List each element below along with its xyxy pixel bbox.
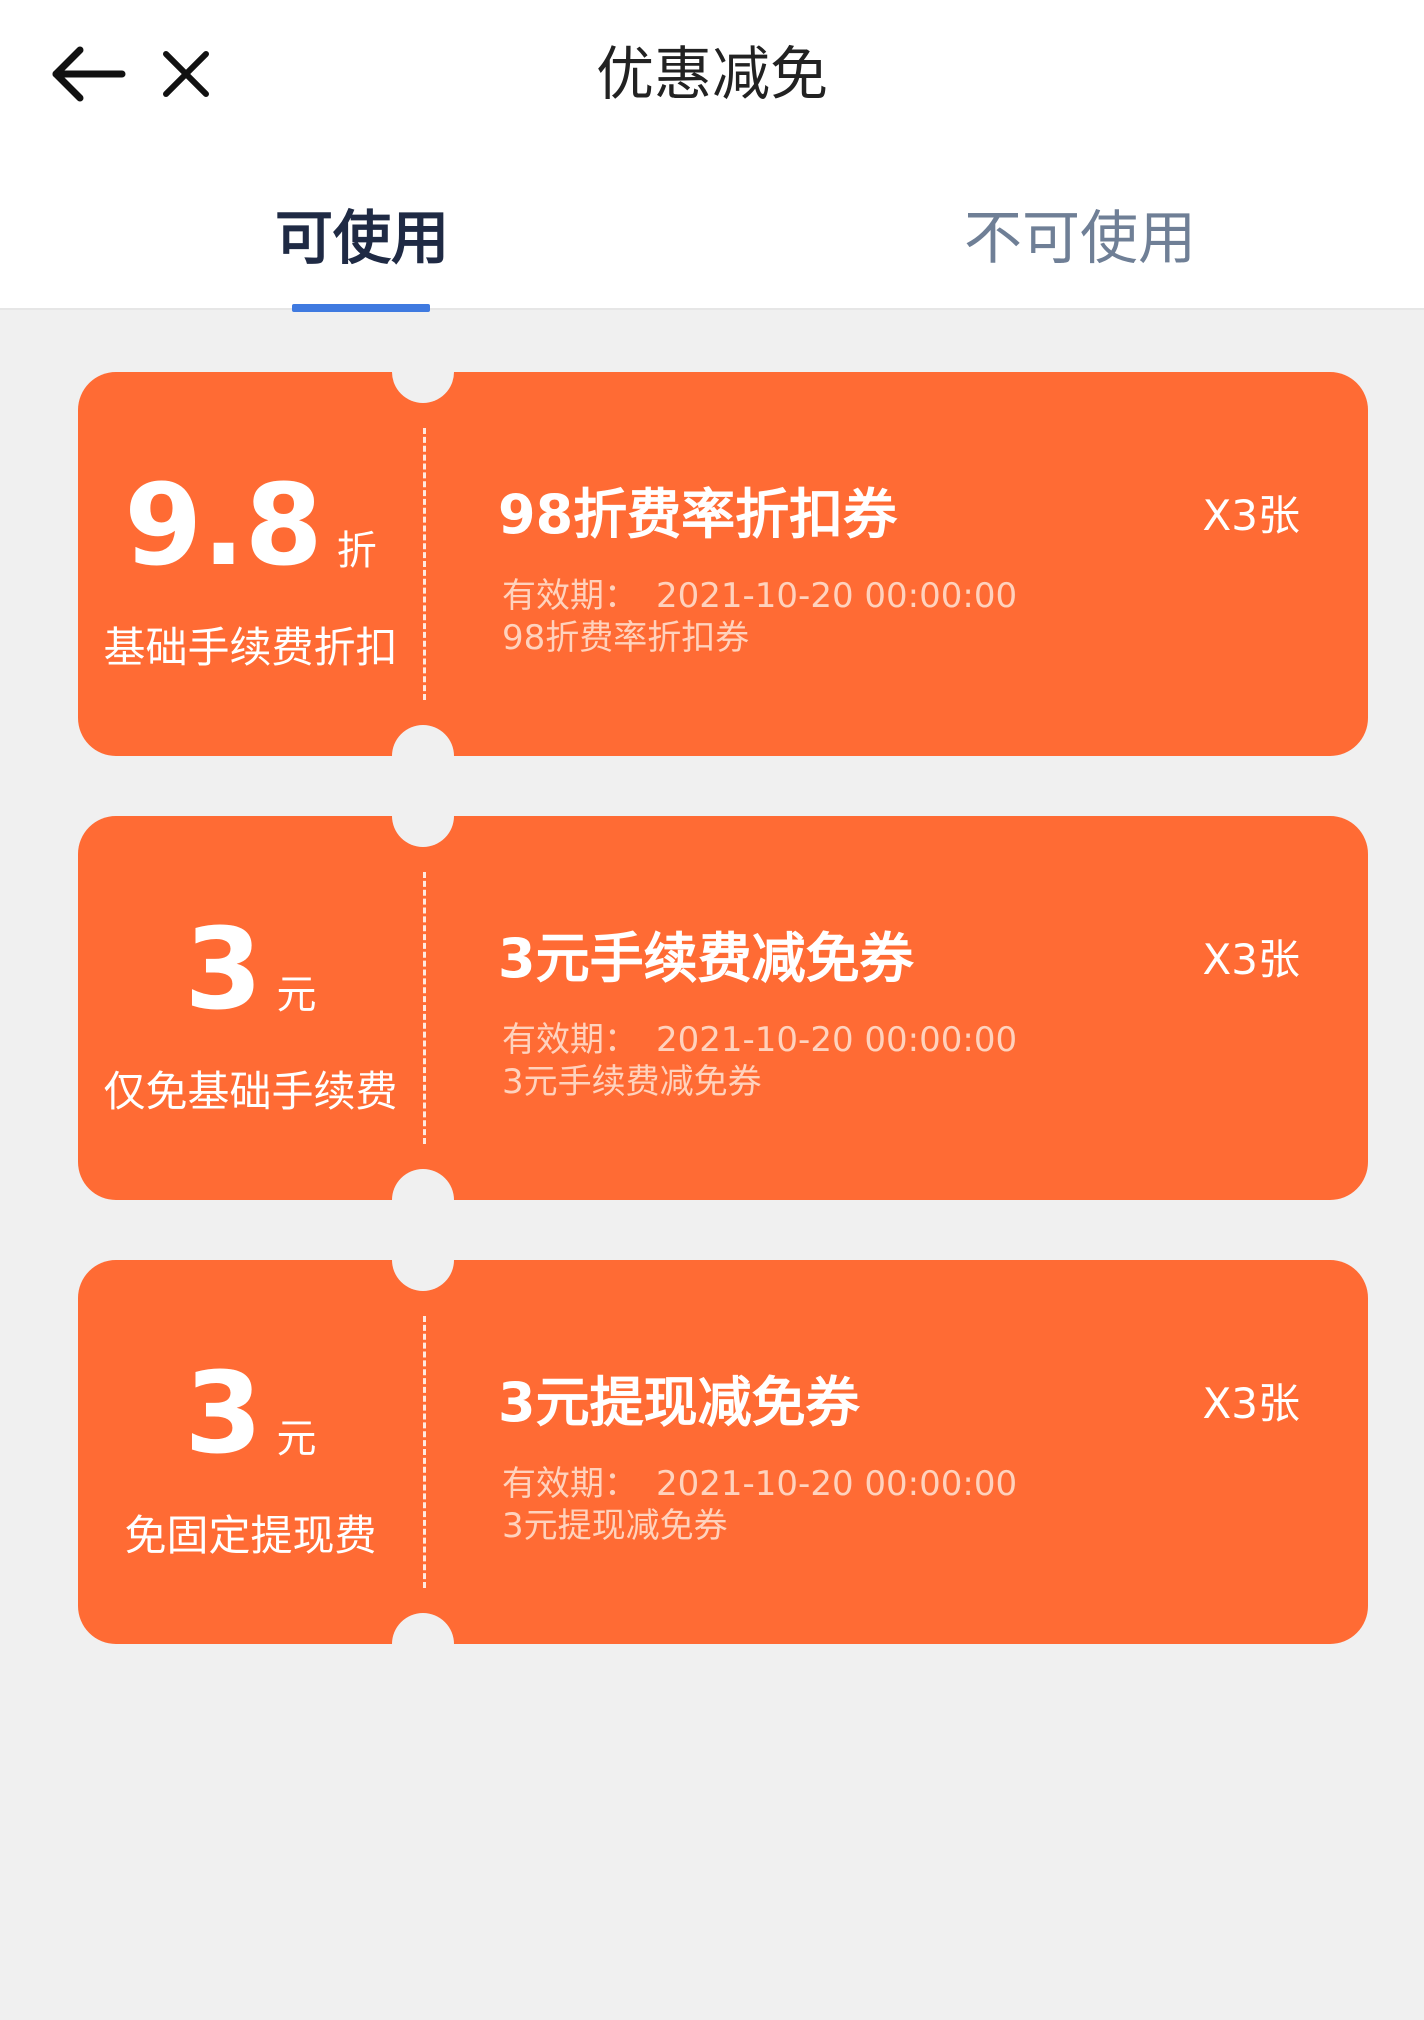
ticket-notch bbox=[392, 341, 454, 403]
coupon-amount-value: 3 bbox=[184, 1349, 263, 1479]
validity-date: 2021-10-20 00:00:00 bbox=[656, 1020, 1018, 1060]
coupon-quantity: X3张 bbox=[1202, 935, 1301, 984]
coupon-description: 98折费率折扣券 bbox=[502, 618, 750, 658]
coupon-subtitle: 免固定提现费 bbox=[124, 1511, 377, 1560]
dashed-divider bbox=[423, 872, 426, 1144]
active-tab-indicator bbox=[292, 304, 430, 312]
coupon-amount-value: 3 bbox=[184, 905, 263, 1035]
coupon-amount: 3元 bbox=[78, 1358, 423, 1470]
tab-unavailable[interactable]: 不可使用 bbox=[950, 198, 1210, 278]
validity-label: 有效期： bbox=[502, 576, 638, 616]
coupon-validity: 有效期： 2021-10-20 00:00:00 bbox=[502, 574, 1017, 618]
validity-date: 2021-10-20 00:00:00 bbox=[656, 576, 1018, 616]
coupon-amount-unit: 折 bbox=[336, 528, 377, 574]
tab-available[interactable]: 可使用 bbox=[250, 198, 474, 278]
ticket-notch bbox=[392, 725, 454, 787]
dashed-divider bbox=[423, 1316, 426, 1588]
validity-label: 有效期： bbox=[502, 1020, 638, 1060]
coupon-quantity: X3张 bbox=[1202, 1379, 1301, 1428]
ticket-notch bbox=[392, 1229, 454, 1291]
coupon-title: 3元手续费减免券 bbox=[498, 927, 914, 990]
coupon-card[interactable]: 3元 仅免基础手续费 3元手续费减免券 X3张 有效期： 2021-10-20 0… bbox=[78, 785, 1368, 1231]
ticket-notch bbox=[392, 1169, 454, 1231]
coupon-description: 3元提现减免券 bbox=[502, 1506, 728, 1546]
coupon-card[interactable]: 3元 免固定提现费 3元提现减免券 X3张 有效期： 2021-10-20 00:… bbox=[78, 1229, 1368, 1675]
coupon-amount: 3元 bbox=[78, 914, 423, 1026]
coupon-title: 3元提现减免券 bbox=[498, 1371, 860, 1434]
coupon-validity: 有效期： 2021-10-20 00:00:00 bbox=[502, 1462, 1017, 1506]
top-bar: 优惠减免 可使用 不可使用 bbox=[0, 0, 1424, 312]
coupon-description: 3元手续费减免券 bbox=[502, 1062, 762, 1102]
coupon-validity: 有效期： 2021-10-20 00:00:00 bbox=[502, 1018, 1017, 1062]
coupon-subtitle: 仅免基础手续费 bbox=[103, 1067, 398, 1116]
coupon-title: 98折费率折扣券 bbox=[498, 483, 898, 546]
validity-label: 有效期： bbox=[502, 1464, 638, 1504]
coupon-subtitle: 基础手续费折扣 bbox=[103, 623, 398, 672]
dashed-divider bbox=[423, 428, 426, 700]
coupon-amount-unit: 元 bbox=[276, 1416, 317, 1462]
coupon-amount-value: 9.8 bbox=[124, 461, 323, 591]
page-title: 优惠减免 bbox=[595, 40, 828, 108]
coupon-amount: 9.8 折 bbox=[78, 470, 423, 582]
coupon-amount-unit: 元 bbox=[276, 972, 317, 1018]
ticket-notch bbox=[392, 1613, 454, 1675]
coupon-quantity: X3张 bbox=[1202, 491, 1301, 540]
coupon-card[interactable]: 9.8 折 基础手续费折扣 98折费率折扣券 X3张 有效期： 2021-10-20… bbox=[78, 341, 1368, 787]
validity-date: 2021-10-20 00:00:00 bbox=[656, 1464, 1018, 1504]
ticket-notch bbox=[392, 785, 454, 847]
